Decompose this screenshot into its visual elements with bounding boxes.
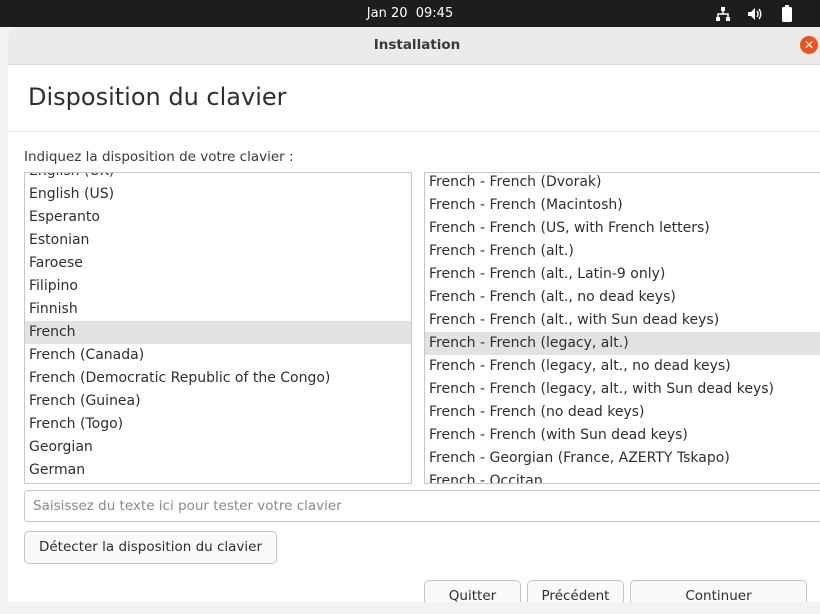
variant-list-item[interactable]: French - French (alt., Latin-9 only) — [425, 263, 820, 286]
network-icon[interactable] — [714, 5, 732, 22]
continue-button[interactable]: Continuer — [630, 580, 807, 602]
variant-list-item[interactable]: French - French (alt., no dead keys) — [425, 286, 820, 309]
variant-list-item[interactable]: French - French (with Sun dead keys) — [425, 424, 820, 447]
layout-list-item[interactable]: Estonian — [25, 229, 411, 252]
layout-list-item[interactable]: German — [25, 459, 411, 482]
close-icon: ✕ — [803, 38, 815, 52]
volume-icon[interactable] — [746, 5, 764, 22]
variant-list-item[interactable]: French - French (legacy, alt., with Sun … — [425, 378, 820, 401]
close-button[interactable]: ✕ — [800, 36, 818, 54]
variant-list-item[interactable]: French - Georgian (France, AZERTY Tskapo… — [425, 447, 820, 470]
layout-list-item[interactable]: French (Togo) — [25, 413, 411, 436]
layout-prompt: Indiquez la disposition de votre clavier… — [24, 149, 294, 165]
layout-list-item[interactable]: French (Canada) — [25, 344, 411, 367]
layout-list-item[interactable]: French (Guinea) — [25, 390, 411, 413]
variant-list-item[interactable]: French - French (alt., with Sun dead key… — [425, 309, 820, 332]
variant-list-items: French - French (Dvorak) French - French … — [425, 173, 820, 483]
variant-list-item[interactable]: French - French (legacy, alt.) — [425, 332, 820, 355]
variant-list-item[interactable]: French - French (Dvorak) — [425, 173, 820, 194]
battery-icon[interactable] — [778, 5, 796, 22]
layout-list-item[interactable]: Finnish — [25, 298, 411, 321]
date-label: Jan 20 — [366, 6, 408, 21]
variant-list-item[interactable]: French - French (legacy, alt., no dead k… — [425, 355, 820, 378]
quit-button[interactable]: Quitter — [424, 580, 521, 602]
layout-list-items: English (UK)English (US)EsperantoEstonia… — [25, 173, 411, 482]
layout-list-item[interactable]: English (UK) — [25, 173, 411, 183]
system-tray[interactable] — [714, 5, 796, 22]
previous-button[interactable]: Précédent — [527, 580, 624, 602]
title-bar[interactable]: Installation ✕ — [8, 27, 820, 65]
time-label: 09:45 — [415, 6, 454, 21]
system-top-bar: Jan 20 09:45 — [0, 0, 820, 27]
layout-list-item[interactable]: Faroese — [25, 252, 411, 275]
variant-list-item[interactable]: French - French (Macintosh) — [425, 194, 820, 217]
clock[interactable]: Jan 20 09:45 — [0, 0, 820, 27]
detect-layout-button[interactable]: Détecter la disposition du clavier — [24, 531, 277, 564]
variant-list-item[interactable]: French - Occitan — [425, 470, 820, 483]
variant-list[interactable]: French - French (Dvorak) French - French … — [424, 172, 820, 484]
layout-list-item[interactable]: Georgian — [25, 436, 411, 459]
layout-list-item[interactable]: French — [25, 321, 411, 344]
page-title: Disposition du clavier — [28, 83, 287, 111]
header-divider — [8, 131, 820, 132]
layout-list-item[interactable]: Esperanto — [25, 206, 411, 229]
layout-list-item[interactable]: Filipino — [25, 275, 411, 298]
layout-list-item[interactable]: French (Democratic Republic of the Congo… — [25, 367, 411, 390]
installer-window: Installation ✕ Disposition du clavier In… — [8, 27, 820, 602]
layout-list-item[interactable]: English (US) — [25, 183, 411, 206]
variant-list-item[interactable]: French - French (alt.) — [425, 240, 820, 263]
layout-list[interactable]: English (UK)English (US)EsperantoEstonia… — [24, 172, 412, 484]
window-title: Installation — [373, 37, 461, 53]
variant-list-item[interactable]: French - French (no dead keys) — [425, 401, 820, 424]
variant-list-item[interactable]: French - French (US, with French letters… — [425, 217, 820, 240]
keyboard-test-input[interactable] — [24, 490, 820, 522]
